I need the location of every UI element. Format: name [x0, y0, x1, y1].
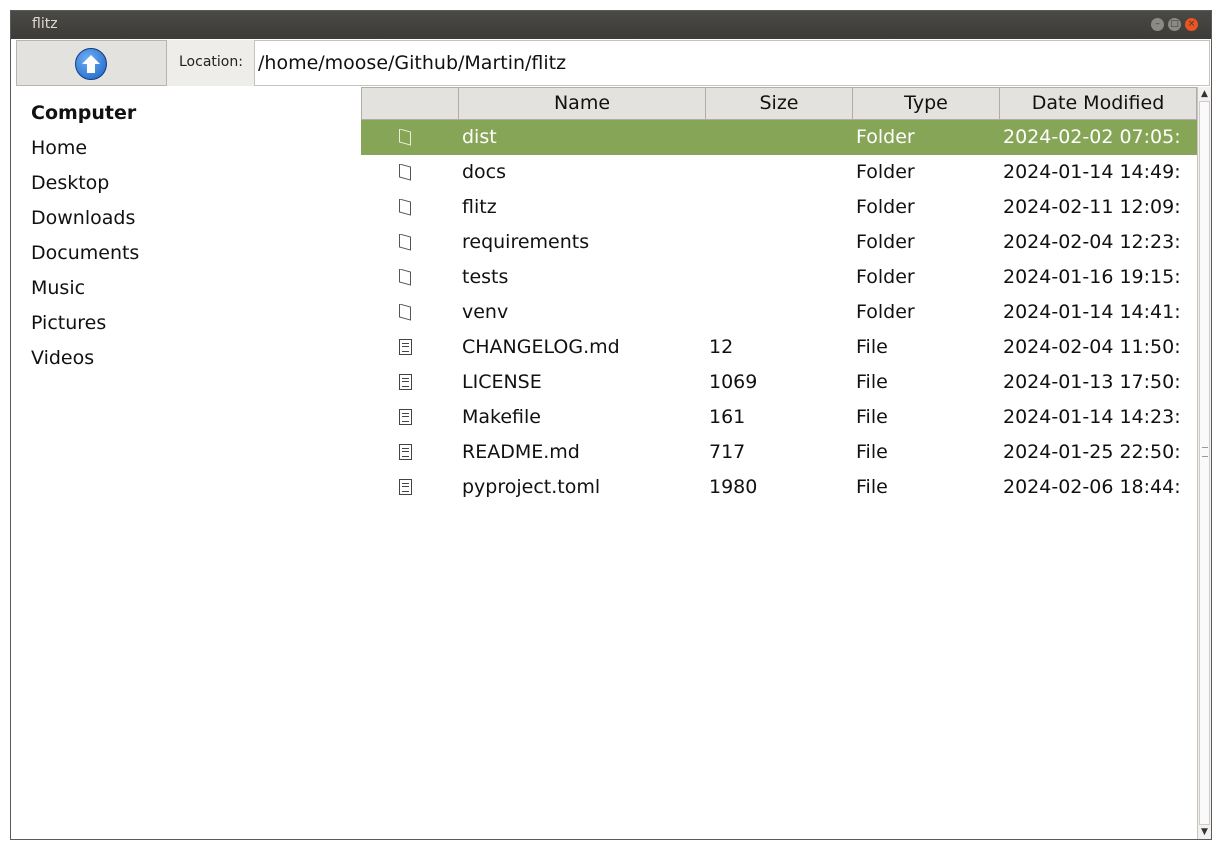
sidebar-item-music[interactable]: Music: [31, 271, 85, 306]
file-name: requirements: [462, 231, 590, 253]
column-header-name[interactable]: Name: [458, 87, 706, 120]
close-icon[interactable]: ×: [1185, 18, 1198, 31]
up-directory-button[interactable]: [16, 40, 167, 86]
file-type: File: [856, 336, 888, 358]
scroll-down-arrow-icon[interactable]: ▼: [1198, 825, 1211, 839]
file-name: docs: [462, 161, 507, 183]
file-name: venv: [462, 301, 509, 323]
file-type: File: [856, 476, 888, 498]
file-type: Folder: [856, 266, 915, 288]
file-date: 2024-01-14 14:41:: [1003, 301, 1181, 323]
file-type: File: [856, 406, 888, 428]
folder-icon: [399, 269, 419, 287]
file-date: 2024-02-02 07:05:: [1003, 126, 1181, 148]
file-size: [709, 225, 849, 260]
table-row[interactable]: Makefile 161 File 2024-01-14 14:23:: [361, 400, 1197, 435]
file-date: 2024-01-25 22:50:: [1003, 441, 1181, 463]
file-type: Folder: [856, 196, 915, 218]
table-row[interactable]: LICENSE 1069 File 2024-01-13 17:50:: [361, 365, 1197, 400]
sidebar-item-documents[interactable]: Documents: [31, 236, 139, 271]
file-name: CHANGELOG.md: [462, 336, 620, 358]
file-size: [709, 190, 849, 225]
file-list: Name Size Type Date Modified dist Folder…: [361, 87, 1197, 839]
file-type: Folder: [856, 161, 915, 183]
up-arrow-icon: [75, 48, 107, 80]
folder-icon: [399, 129, 419, 147]
file-icon: [399, 444, 419, 462]
sidebar-item-videos[interactable]: Videos: [31, 341, 94, 376]
scrollbar-thumb[interactable]: [1199, 101, 1210, 825]
table-row[interactable]: flitz Folder 2024-02-11 12:09:: [361, 190, 1197, 225]
column-header-size[interactable]: Size: [705, 87, 853, 120]
app-window: flitz – □ × Location: Computer Home Desk…: [10, 10, 1212, 840]
sidebar-item-desktop[interactable]: Desktop: [31, 166, 109, 201]
toolbar: Location:: [11, 39, 1211, 87]
file-size: 1069: [709, 371, 758, 393]
folder-icon: [399, 234, 419, 252]
file-name: dist: [462, 126, 497, 148]
table-row[interactable]: tests Folder 2024-01-16 19:15:: [361, 260, 1197, 295]
file-type: Folder: [856, 231, 915, 253]
column-header-icon[interactable]: [361, 87, 459, 120]
maximize-icon[interactable]: □: [1168, 18, 1181, 31]
folder-icon: [399, 164, 419, 182]
file-type: Folder: [856, 301, 915, 323]
file-size: [709, 260, 849, 295]
file-date: 2024-01-14 14:23:: [1003, 406, 1181, 428]
file-icon: [399, 339, 419, 357]
file-icon: [399, 374, 419, 392]
file-type: File: [856, 371, 888, 393]
window-title: flitz: [32, 16, 58, 32]
minimize-icon[interactable]: –: [1151, 18, 1164, 31]
file-date: 2024-02-06 18:44:: [1003, 476, 1181, 498]
file-icon: [399, 409, 419, 427]
column-header-date-modified[interactable]: Date Modified: [999, 87, 1197, 120]
scroll-up-arrow-icon[interactable]: ▲: [1198, 87, 1211, 101]
table-row[interactable]: README.md 717 File 2024-01-25 22:50:: [361, 435, 1197, 470]
file-date: 2024-02-04 11:50:: [1003, 336, 1181, 358]
file-name: LICENSE: [462, 371, 542, 393]
file-size: 161: [709, 406, 746, 428]
file-type: File: [856, 441, 888, 463]
file-name: flitz: [462, 196, 497, 218]
file-size: [709, 120, 849, 155]
file-name: Makefile: [462, 406, 541, 428]
sidebar-item-pictures[interactable]: Pictures: [31, 306, 106, 341]
file-date: 2024-02-11 12:09:: [1003, 196, 1181, 218]
table-row[interactable]: dist Folder 2024-02-02 07:05:: [361, 120, 1197, 155]
file-date: 2024-01-14 14:49:: [1003, 161, 1181, 183]
table-row[interactable]: venv Folder 2024-01-14 14:41:: [361, 295, 1197, 330]
sidebar-item-downloads[interactable]: Downloads: [31, 201, 135, 236]
sidebar-item-computer[interactable]: Computer: [31, 96, 136, 131]
file-icon: [399, 479, 419, 497]
location-input[interactable]: [254, 40, 1210, 86]
file-size: [709, 295, 849, 330]
file-name: pyproject.toml: [462, 476, 601, 498]
table-row[interactable]: requirements Folder 2024-02-04 12:23:: [361, 225, 1197, 260]
folder-icon: [399, 199, 419, 217]
file-size: [709, 155, 849, 190]
file-name: README.md: [462, 441, 580, 463]
title-bar[interactable]: flitz – □ ×: [11, 11, 1211, 39]
file-size: 12: [709, 336, 734, 358]
table-row[interactable]: docs Folder 2024-01-14 14:49:: [361, 155, 1197, 190]
file-name: tests: [462, 266, 509, 288]
file-type: Folder: [856, 126, 915, 148]
sidebar: Computer Home Desktop Downloads Document…: [11, 87, 361, 839]
vertical-scrollbar[interactable]: ▲ ▼: [1197, 87, 1211, 839]
file-size: 1980: [709, 476, 758, 498]
table-row[interactable]: CHANGELOG.md 12 File 2024-02-04 11:50:: [361, 330, 1197, 365]
table-row[interactable]: pyproject.toml 1980 File 2024-02-06 18:4…: [361, 470, 1197, 505]
file-date: 2024-01-13 17:50:: [1003, 371, 1181, 393]
file-size: 717: [709, 441, 746, 463]
location-label: Location:: [179, 54, 243, 70]
column-header-type[interactable]: Type: [852, 87, 1000, 120]
folder-icon: [399, 304, 419, 322]
file-date: 2024-01-16 19:15:: [1003, 266, 1181, 288]
location-label-box: Location:: [167, 40, 254, 86]
file-date: 2024-02-04 12:23:: [1003, 231, 1181, 253]
sidebar-item-home[interactable]: Home: [31, 131, 87, 166]
